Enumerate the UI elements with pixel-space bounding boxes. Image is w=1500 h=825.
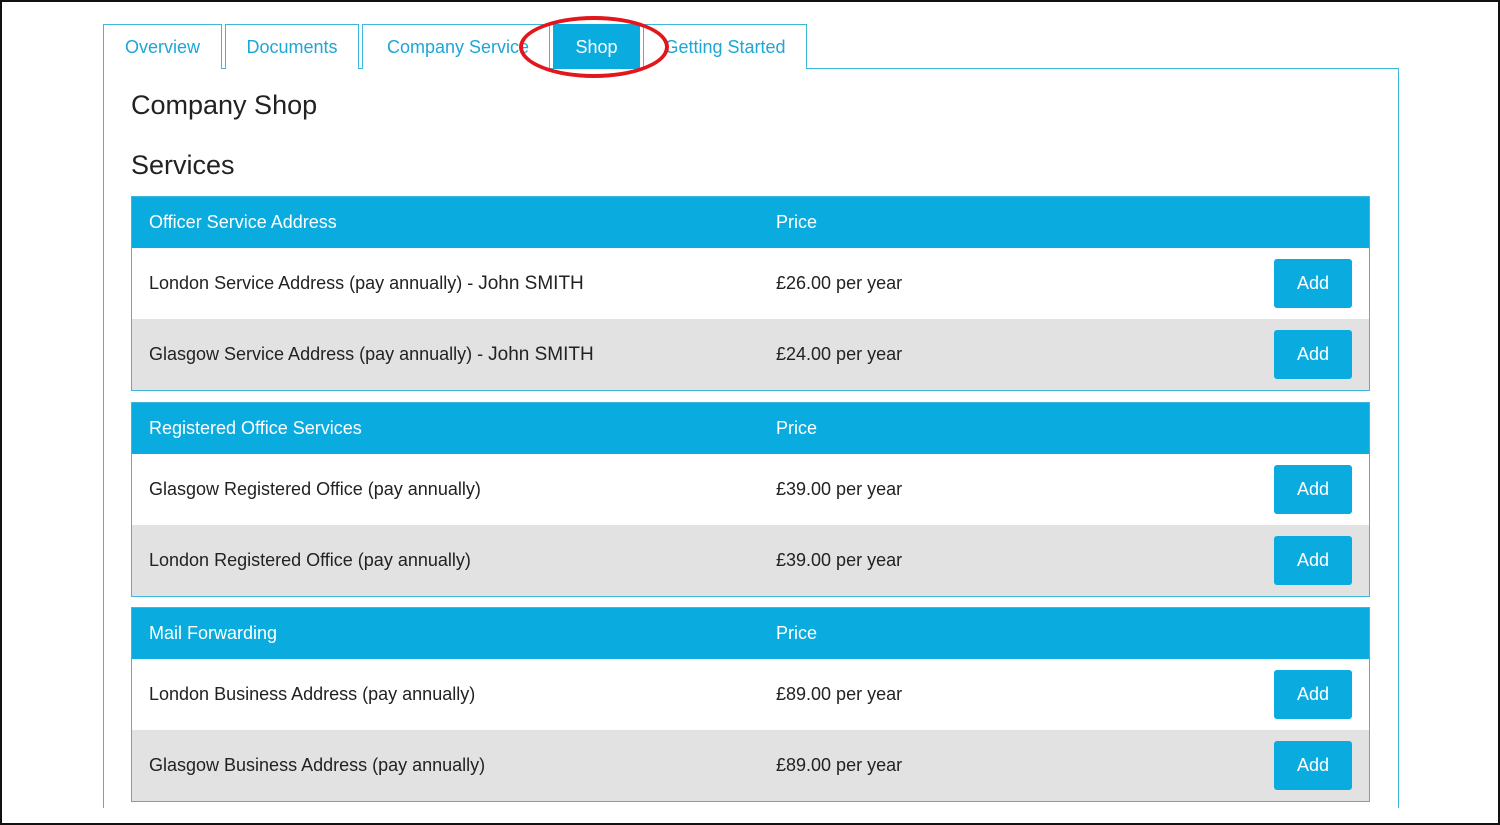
service-price: £24.00 per year [776, 344, 903, 364]
officer-name: John SMITH [478, 272, 584, 294]
add-button[interactable]: Add [1274, 259, 1352, 308]
service-row: London Registered Office (pay annually) … [132, 525, 1369, 596]
service-row: Glasgow Service Address (pay annually) -… [132, 319, 1369, 390]
group-title: Registered Office Services [149, 418, 362, 438]
tab-overview[interactable]: Overview [103, 24, 222, 69]
service-group-officer-address: Officer Service Address Price London Ser… [131, 196, 1370, 391]
add-button[interactable]: Add [1274, 465, 1352, 514]
service-price: £26.00 per year [776, 273, 903, 293]
service-name: Glasgow Service Address (pay annually) -… [149, 343, 594, 365]
group-header: Officer Service Address Price [132, 197, 1369, 248]
group-title: Mail Forwarding [149, 623, 278, 643]
tab-bar: Overview Documents Company Service Shop … [103, 24, 810, 69]
tab-company-service[interactable]: Company Service [362, 24, 550, 69]
section-title: Services [131, 150, 235, 180]
service-price: £89.00 per year [776, 755, 903, 775]
service-row: Glasgow Business Address (pay annually) … [132, 730, 1369, 801]
group-title: Officer Service Address [149, 212, 337, 232]
price-header: Price [776, 418, 818, 438]
price-header: Price [776, 212, 818, 232]
service-row: Glasgow Registered Office (pay annually)… [132, 454, 1369, 525]
add-button[interactable]: Add [1274, 741, 1352, 790]
add-button[interactable]: Add [1274, 330, 1352, 379]
group-header: Registered Office Services Price [132, 403, 1369, 454]
officer-name: John SMITH [488, 343, 594, 365]
tab-documents[interactable]: Documents [225, 24, 359, 69]
service-name: Glasgow Registered Office (pay annually) [149, 479, 481, 499]
service-name: Glasgow Business Address (pay annually) [149, 755, 486, 775]
add-button[interactable]: Add [1274, 536, 1352, 585]
group-header: Mail Forwarding Price [132, 608, 1369, 659]
service-price: £39.00 per year [776, 550, 903, 570]
tab-shop[interactable]: Shop [553, 24, 640, 69]
service-row: London Business Address (pay annually) £… [132, 659, 1369, 730]
page-title: Company Shop [131, 90, 318, 120]
service-group-mail-forwarding: Mail Forwarding Price London Business Ad… [131, 607, 1370, 802]
tab-getting-started[interactable]: Getting Started [643, 24, 807, 69]
service-price: £39.00 per year [776, 479, 903, 499]
service-group-registered-office: Registered Office Services Price Glasgow… [131, 402, 1370, 597]
service-row: London Service Address (pay annually) - … [132, 248, 1369, 319]
service-name: London Registered Office (pay annually) [149, 550, 471, 570]
add-button[interactable]: Add [1274, 670, 1352, 719]
price-header: Price [776, 623, 818, 643]
service-name: London Service Address (pay annually) - … [149, 272, 584, 294]
service-price: £89.00 per year [776, 684, 903, 704]
service-name: London Business Address (pay annually) [149, 684, 476, 704]
